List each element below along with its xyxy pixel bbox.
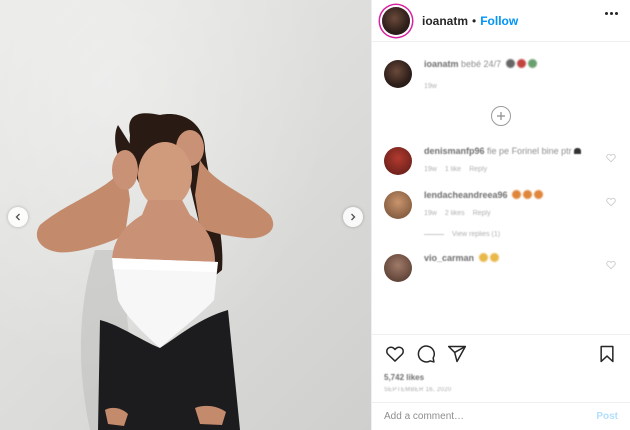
photo-subject xyxy=(36,113,274,430)
comment-button[interactable] xyxy=(415,343,437,365)
more-options-icon[interactable] xyxy=(605,12,618,15)
view-replies-rule xyxy=(424,234,444,235)
comment-input[interactable] xyxy=(384,411,597,422)
comment-avatar[interactable] xyxy=(384,191,412,219)
comment-time: 19w xyxy=(424,166,437,173)
caption-avatar[interactable] xyxy=(384,60,412,88)
caption: ioanatm bebé 24/7 19w xyxy=(384,58,618,90)
raised-hands-emoji xyxy=(489,253,499,262)
comment-username[interactable]: denismanfp96 xyxy=(424,146,485,156)
post-actions-section: 5,742 likes SEPTEMBER 16, 2020 xyxy=(372,334,630,393)
view-replies-label: View replies (1) xyxy=(452,231,501,238)
reply-button[interactable]: Reply xyxy=(469,166,487,173)
next-photo-button[interactable] xyxy=(343,207,363,227)
bottle-emoji xyxy=(516,59,526,68)
comment-username[interactable]: lendacheandreea96 xyxy=(424,190,508,200)
face-emoji xyxy=(527,59,537,68)
caption-meta: 19w xyxy=(424,83,618,90)
load-more-row xyxy=(384,106,618,126)
post-comment-button[interactable]: Post xyxy=(596,411,618,422)
previous-photo-button[interactable] xyxy=(8,207,28,227)
comment-likes[interactable]: 1 like xyxy=(445,166,461,173)
post-date: SEPTEMBER 16, 2020 xyxy=(384,387,452,393)
fire-emoji xyxy=(512,190,522,199)
author-avatar[interactable] xyxy=(382,6,410,35)
post-header: ioanatm • Follow xyxy=(372,0,630,42)
like-comment-heart-icon[interactable] xyxy=(606,260,616,270)
heart-icon xyxy=(386,346,404,362)
comment-icon xyxy=(417,345,435,363)
fire-emoji xyxy=(534,190,544,199)
comment-line: lendacheandreea96 xyxy=(424,189,618,202)
raised-hands-emoji xyxy=(478,253,488,262)
add-comment-bar: Post xyxy=(372,402,630,430)
post-photo[interactable] xyxy=(0,0,371,430)
caption-username[interactable]: ioanatm xyxy=(424,59,459,69)
share-button[interactable] xyxy=(446,343,468,365)
share-icon xyxy=(447,345,467,363)
save-button[interactable] xyxy=(596,343,618,365)
reply-button[interactable]: Reply xyxy=(473,210,491,217)
chevron-right-icon xyxy=(351,213,356,221)
caption-text: bebé 24/7 xyxy=(461,59,502,69)
comment-text: fie pe Forinel bine ptr xyxy=(487,146,572,156)
like-button[interactable] xyxy=(384,343,406,365)
comment-item: denismanfp96 fie pe Forinel bine ptr 19w… xyxy=(384,145,618,175)
comment-likes[interactable]: 2 likes xyxy=(445,210,465,217)
view-replies-button[interactable]: View replies (1) xyxy=(424,231,618,238)
comment-item: lendacheandreea96 19w 2 likes Reply xyxy=(384,189,618,219)
chevron-left-icon xyxy=(15,213,20,221)
comment-time: 19w xyxy=(424,210,437,217)
likes-count[interactable]: 5,742 likes xyxy=(384,373,618,382)
author-username[interactable]: ioanatm xyxy=(422,14,468,28)
follow-button[interactable]: Follow xyxy=(480,14,518,28)
comments-list[interactable]: ioanatm bebé 24/7 19w denismanfp96 fie p… xyxy=(372,43,630,333)
comment-line: vio_carman xyxy=(424,252,618,265)
comment-item: vio_carman xyxy=(384,252,618,282)
comment-meta: 19w 1 like Reply xyxy=(424,166,618,173)
fire-emoji xyxy=(523,190,533,199)
heart-emoji xyxy=(574,148,582,154)
caption-line: ioanatm bebé 24/7 xyxy=(424,58,618,71)
load-more-comments-button[interactable] xyxy=(491,106,511,126)
like-comment-heart-icon[interactable] xyxy=(606,197,616,207)
like-comment-heart-icon[interactable] xyxy=(606,153,616,163)
comment-line: denismanfp96 fie pe Forinel bine ptr xyxy=(424,145,618,158)
header-separator: • xyxy=(472,13,477,28)
comment-avatar[interactable] xyxy=(384,147,412,175)
bookmark-icon xyxy=(600,345,614,363)
magnifier-emoji xyxy=(505,59,515,68)
comment-meta: 19w 2 likes Reply xyxy=(424,210,618,217)
post-actions xyxy=(384,341,618,367)
plus-circle-icon xyxy=(497,112,505,120)
comment-username[interactable]: vio_carman xyxy=(424,253,474,263)
post-sidebar: ioanatm • Follow ioanatm bebé 24/7 19w d… xyxy=(371,0,630,430)
comment-avatar[interactable] xyxy=(384,254,412,282)
caption-time: 19w xyxy=(424,83,437,90)
